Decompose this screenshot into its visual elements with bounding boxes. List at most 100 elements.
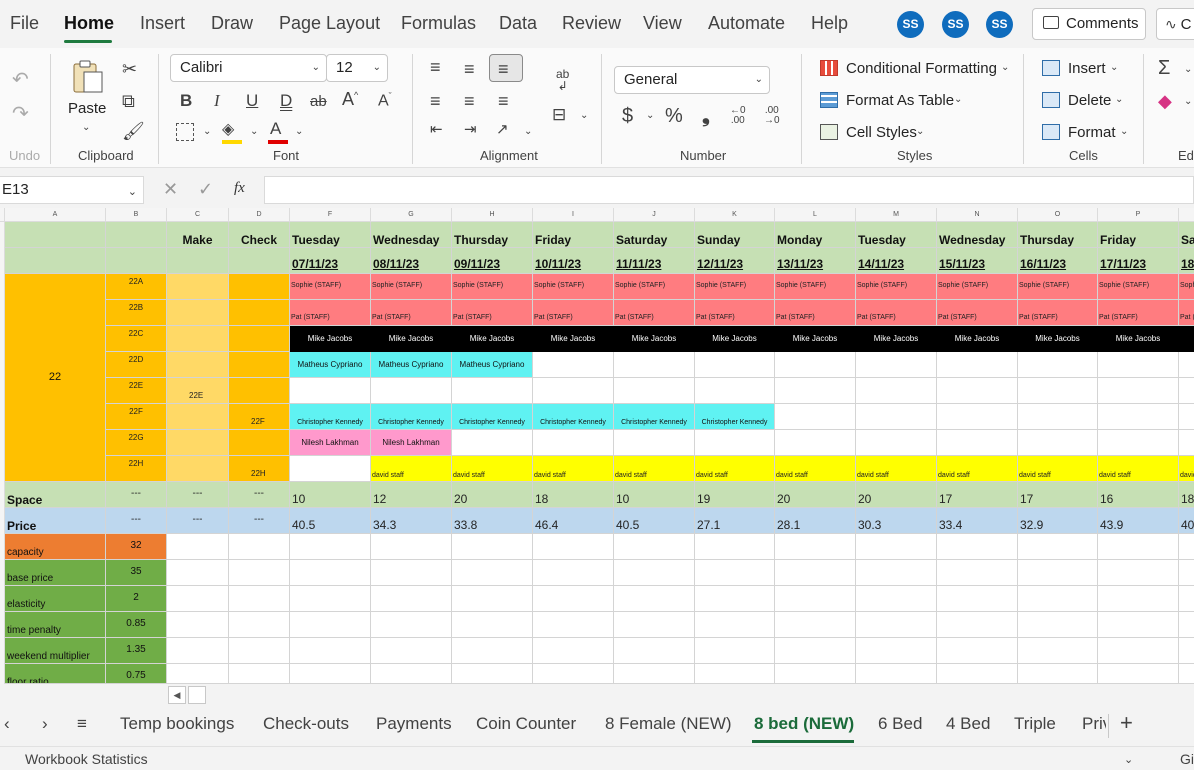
next-sheet-icon[interactable]: › <box>42 714 48 734</box>
grid-cell[interactable] <box>856 404 937 430</box>
grid-cell[interactable] <box>775 430 856 456</box>
date-header[interactable]: 12/11/23 <box>695 248 775 274</box>
align-left-icon[interactable]: ≡ <box>430 92 441 110</box>
grid-cell[interactable] <box>1179 560 1194 586</box>
grid-cell[interactable] <box>290 534 371 560</box>
booking-cell[interactable]: Mike Jacobs <box>1179 326 1194 352</box>
booking-cell[interactable]: Pat (STAFF) <box>856 300 937 326</box>
grid-cell[interactable] <box>695 586 775 612</box>
grid-cell[interactable] <box>229 612 290 638</box>
grid-cell[interactable] <box>533 586 614 612</box>
grid-cell[interactable] <box>695 560 775 586</box>
grid-cell[interactable] <box>229 638 290 664</box>
bed-label-cell[interactable]: 22D <box>106 352 167 378</box>
all-sheets-icon[interactable]: ≡ <box>77 714 87 734</box>
bed-label-cell[interactable]: 22A <box>106 274 167 300</box>
space-value[interactable]: 12 <box>371 482 452 508</box>
space-value[interactable]: 10 <box>290 482 371 508</box>
grid-cell[interactable] <box>856 352 937 378</box>
grid-cell[interactable] <box>1098 664 1179 684</box>
space-value[interactable]: 18 <box>1179 482 1194 508</box>
date-header[interactable]: 10/11/23 <box>533 248 614 274</box>
grid-cell[interactable] <box>856 378 937 404</box>
grid-cell[interactable] <box>533 664 614 684</box>
booking-cell[interactable]: Mike Jacobs <box>533 326 614 352</box>
grid-cell[interactable] <box>1179 534 1194 560</box>
booking-cell[interactable]: david staff <box>614 456 695 482</box>
menu-formulas[interactable]: Formulas <box>401 13 476 34</box>
date-header[interactable]: 07/11/23 <box>290 248 371 274</box>
grid-cell[interactable] <box>371 638 452 664</box>
grid-cell[interactable] <box>856 534 937 560</box>
paste-icon[interactable] <box>70 58 106 94</box>
grid-cell[interactable] <box>937 586 1018 612</box>
grid-cell[interactable] <box>1179 638 1194 664</box>
grid-cell[interactable] <box>937 534 1018 560</box>
grid-cell[interactable] <box>452 664 533 684</box>
align-right-icon[interactable]: ≡ <box>498 92 509 110</box>
grid-cell[interactable] <box>1018 352 1098 378</box>
tab-payments[interactable]: Payments <box>376 714 452 734</box>
check-cell[interactable] <box>229 300 290 326</box>
space-value[interactable]: 20 <box>452 482 533 508</box>
tab-4-bed[interactable]: 4 Bed <box>946 714 990 734</box>
space-dash[interactable]: --- <box>167 482 229 508</box>
date-header[interactable]: 11/11/23 <box>614 248 695 274</box>
parameter-label[interactable]: elasticity <box>5 586 106 612</box>
grid-cell[interactable] <box>775 612 856 638</box>
price-value[interactable]: 46.4 <box>533 508 614 534</box>
check-cell[interactable] <box>229 378 290 404</box>
booking-cell[interactable]: Pat (STAFF) <box>775 300 856 326</box>
date-header[interactable]: 17/11/23 <box>1098 248 1179 274</box>
day-header[interactable]: Wednesday <box>937 222 1018 248</box>
format-as-table-button[interactable]: Format As Table <box>846 92 954 109</box>
grid-cell[interactable] <box>937 378 1018 404</box>
grid-cell[interactable] <box>1179 612 1194 638</box>
name-box[interactable]: E13 ⌄ <box>0 176 144 204</box>
price-dash[interactable]: --- <box>229 508 290 534</box>
grid-cell[interactable] <box>856 664 937 684</box>
booking-cell[interactable]: Sophie (STAFF) <box>856 274 937 300</box>
grid-cell[interactable] <box>533 612 614 638</box>
booking-cell[interactable]: Sophie (STAFF) <box>371 274 452 300</box>
space-dash[interactable]: --- <box>106 482 167 508</box>
prev-sheet-icon[interactable]: ‹ <box>4 714 10 734</box>
increase-indent-icon[interactable]: ⇥ <box>464 122 477 137</box>
percent-icon[interactable]: % <box>665 106 683 126</box>
grid-cell[interactable] <box>1179 404 1194 430</box>
booking-cell[interactable]: david staff <box>452 456 533 482</box>
double-underline-icon[interactable]: D <box>280 92 292 109</box>
grid-cell[interactable] <box>1098 430 1179 456</box>
parameter-label[interactable]: capacity <box>5 534 106 560</box>
grid-cell[interactable] <box>452 586 533 612</box>
grid-cell[interactable] <box>695 664 775 684</box>
grid-cell[interactable] <box>452 612 533 638</box>
booking-cell[interactable]: david staff <box>1179 456 1194 482</box>
chevron-down-icon[interactable]: ⌄ <box>954 94 962 105</box>
booking-cell[interactable]: Sophie (STAFF) <box>533 274 614 300</box>
booking-cell[interactable]: david staff <box>856 456 937 482</box>
booking-cell[interactable]: Christopher Kennedy <box>290 404 371 430</box>
increase-decimal-icon[interactable]: ←0.00 <box>730 106 746 126</box>
grid-cell[interactable] <box>695 430 775 456</box>
column-header[interactable] <box>1179 208 1194 222</box>
align-top-icon[interactable]: ≡ <box>430 58 441 76</box>
comma-style-icon[interactable]: ❟ <box>702 106 710 126</box>
check-cell[interactable] <box>229 352 290 378</box>
price-value[interactable]: 33.4 <box>937 508 1018 534</box>
insert-cells-button[interactable]: Insert <box>1068 60 1106 77</box>
format-cells-button[interactable]: Format <box>1068 124 1116 141</box>
grid-cell[interactable] <box>695 534 775 560</box>
grid-cell[interactable] <box>856 560 937 586</box>
chevron-down-icon[interactable]: ⌄ <box>1124 753 1133 766</box>
grid-cell[interactable] <box>1098 560 1179 586</box>
booking-cell[interactable]: Christopher Kennedy <box>533 404 614 430</box>
grid-cell[interactable] <box>1018 560 1098 586</box>
make-cell[interactable] <box>167 352 229 378</box>
decrease-font-icon[interactable]: Aˇ <box>378 92 392 109</box>
cut-icon[interactable]: ✂ <box>122 60 137 78</box>
tab-triple[interactable]: Triple <box>1014 714 1056 734</box>
grid-cell[interactable] <box>614 586 695 612</box>
scroll-thumb[interactable] <box>188 686 206 704</box>
format-painter-icon[interactable]: 🖌 <box>122 122 145 140</box>
